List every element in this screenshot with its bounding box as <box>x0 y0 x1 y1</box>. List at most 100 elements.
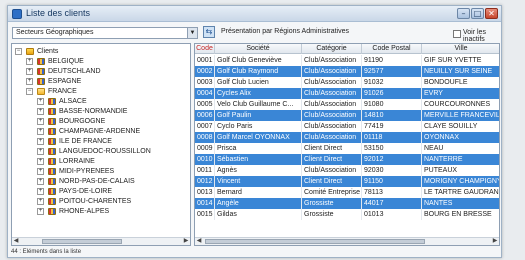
cell-ville: GIF SUR YVETTE <box>422 55 499 66</box>
inactive-checkbox-label: Voir les inactifs <box>463 29 486 43</box>
cell-cp: 92577 <box>362 66 422 77</box>
expand-icon[interactable]: + <box>37 148 44 155</box>
table-header: Code Société Catégorie Code Postal Ville <box>195 44 499 54</box>
scroll-thumb[interactable] <box>205 239 425 244</box>
cell-societe: Bernard <box>215 187 302 198</box>
cell-categorie: Grossiste <box>302 198 362 209</box>
cell-code: 0002 <box>195 66 215 77</box>
cell-ville: LE TARTRE GAUDRAN <box>422 187 499 198</box>
expand-icon[interactable]: + <box>37 178 44 185</box>
cell-ville: OYONNAX <box>422 132 499 143</box>
cell-cp: 91190 <box>362 55 422 66</box>
cell-code: 0007 <box>195 121 215 132</box>
collapse-icon[interactable]: − <box>26 88 33 95</box>
cell-societe: Agnès <box>215 165 302 176</box>
column-header-ville[interactable]: Ville <box>422 44 499 54</box>
sector-select-value: Secteurs Géographiques <box>16 29 94 36</box>
inactive-checkbox[interactable] <box>453 30 461 38</box>
tree-horizontal-scrollbar[interactable]: ◀ ▶ <box>12 237 190 245</box>
table-row[interactable]: 0012 Vincent Client Direct 91150 MORIGNY CHA… <box>195 176 499 187</box>
expand-icon[interactable]: + <box>37 108 44 115</box>
table-row[interactable]: 0005 Velo Club Guillaume C... Club/Associa… <box>195 99 499 110</box>
cell-categorie: Club/Association <box>302 55 362 66</box>
tree-item-label: BOURGOGNE <box>59 118 106 125</box>
cell-societe: Cycles Alix <box>215 88 302 99</box>
flag-icon <box>48 208 56 215</box>
cell-ville: NANTERRE <box>422 154 499 165</box>
table-row[interactable]: 0009 Prisca Client Direct 53150 NEAU <box>195 143 499 154</box>
tree-item-label: BELGIQUE <box>48 58 84 65</box>
clients-window: Liste des clients – □ ✕ Secteurs Géograp… <box>7 5 502 258</box>
flag-icon <box>48 158 56 165</box>
table-row[interactable]: 0001 Golf Club Geneviève Club/Association 9… <box>195 55 499 66</box>
flag-icon <box>48 198 56 205</box>
region-tree[interactable]: − Clients + BELGIQUE + DEUTSCHLAND + ESPAGNE −… <box>11 43 191 246</box>
cell-cp: 53150 <box>362 143 422 154</box>
collapse-icon[interactable]: − <box>15 48 22 55</box>
table-row[interactable]: 0011 Agnès Club/Association 92030 PUTEAUX <box>195 165 499 176</box>
presentation-toggle-icon[interactable]: ⇆ <box>203 26 215 38</box>
expand-icon[interactable]: + <box>26 78 33 85</box>
title-bar[interactable]: Liste des clients – □ ✕ <box>8 6 501 22</box>
cell-cp: 91026 <box>362 88 422 99</box>
flag-icon <box>48 118 56 125</box>
tree-item-label: NORD-PAS-DE-CALAIS <box>59 178 135 185</box>
expand-icon[interactable]: + <box>26 58 33 65</box>
cell-code: 0011 <box>195 165 215 176</box>
cell-code: 0005 <box>195 99 215 110</box>
cell-ville: BONDOUFLE <box>422 77 499 88</box>
table-row[interactable]: 0014 Angèle Grossiste 44017 NANTES <box>195 198 499 209</box>
tree-item-label: DEUTSCHLAND <box>48 68 101 75</box>
column-header-societe[interactable]: Société <box>215 44 302 54</box>
cell-categorie: Club/Association <box>302 66 362 77</box>
table-row[interactable]: 0015 Gildas Grossiste 01013 BOURG EN BRESSE <box>195 209 499 220</box>
scroll-thumb[interactable] <box>42 239 122 244</box>
cell-societe: Sébastien <box>215 154 302 165</box>
cell-societe: Prisca <box>215 143 302 154</box>
scroll-right-icon[interactable]: ▶ <box>491 238 499 245</box>
table-horizontal-scrollbar[interactable]: ◀ ▶ <box>195 237 499 245</box>
expand-icon[interactable]: + <box>37 138 44 145</box>
expand-icon[interactable]: + <box>37 198 44 205</box>
scroll-right-icon[interactable]: ▶ <box>182 238 190 245</box>
scroll-left-icon[interactable]: ◀ <box>12 238 20 245</box>
close-button[interactable]: ✕ <box>485 8 498 19</box>
table-row[interactable]: 0006 Golf Paulin Club/Association 14810 MERV… <box>195 110 499 121</box>
expand-icon[interactable]: + <box>37 98 44 105</box>
expand-icon[interactable]: + <box>37 168 44 175</box>
flag-icon <box>37 58 45 65</box>
status-bar-text: 44 : Eléments dans la liste <box>11 249 82 255</box>
table-row[interactable]: 0004 Cycles Alix Club/Association 91026 EVRY <box>195 88 499 99</box>
flag-icon <box>48 148 56 155</box>
table-row[interactable]: 0013 Bernard Comité Entreprise 78113 LE TART… <box>195 187 499 198</box>
clients-table[interactable]: Code Société Catégorie Code Postal Ville… <box>194 43 500 246</box>
cell-societe: Golf Club Raymond <box>215 66 302 77</box>
table-row[interactable]: 0002 Golf Club Raymond Club/Association 925… <box>195 66 499 77</box>
maximize-button[interactable]: □ <box>471 8 484 19</box>
column-header-code-postal[interactable]: Code Postal <box>362 44 422 54</box>
tree-item-label: ILE DE FRANCE <box>59 138 112 145</box>
table-row[interactable]: 0003 Golf Club Lucien Club/Association 9103… <box>195 77 499 88</box>
column-header-categorie[interactable]: Catégorie <box>302 44 362 54</box>
expand-icon[interactable]: + <box>37 208 44 215</box>
tree-item-label: MIDI-PYRENEES <box>59 168 115 175</box>
cell-cp: 91080 <box>362 99 422 110</box>
expand-icon[interactable]: + <box>37 188 44 195</box>
column-header-code[interactable]: Code <box>195 44 215 54</box>
expand-icon[interactable]: + <box>37 118 44 125</box>
window-title: Liste des clients <box>26 8 91 18</box>
cell-ville: NANTES <box>422 198 499 209</box>
expand-icon[interactable]: + <box>26 68 33 75</box>
expand-icon[interactable]: + <box>37 158 44 165</box>
sector-select[interactable]: Secteurs Géographiques ▼ <box>12 27 198 39</box>
minimize-button[interactable]: – <box>457 8 470 19</box>
table-row[interactable]: 0008 Golf Marcel OYONNAX Club/Association 0… <box>195 132 499 143</box>
table-row[interactable]: 0010 Sébastien Client Direct 92012 NANTERRE <box>195 154 499 165</box>
cell-societe: Vincent <box>215 176 302 187</box>
chevron-down-icon[interactable]: ▼ <box>187 28 197 38</box>
expand-icon[interactable]: + <box>37 128 44 135</box>
cell-cp: 92030 <box>362 165 422 176</box>
scroll-left-icon[interactable]: ◀ <box>195 238 203 245</box>
cell-categorie: Grossiste <box>302 209 362 220</box>
table-row[interactable]: 0007 Cyclo Paris Club/Association 77419 CLAY… <box>195 121 499 132</box>
